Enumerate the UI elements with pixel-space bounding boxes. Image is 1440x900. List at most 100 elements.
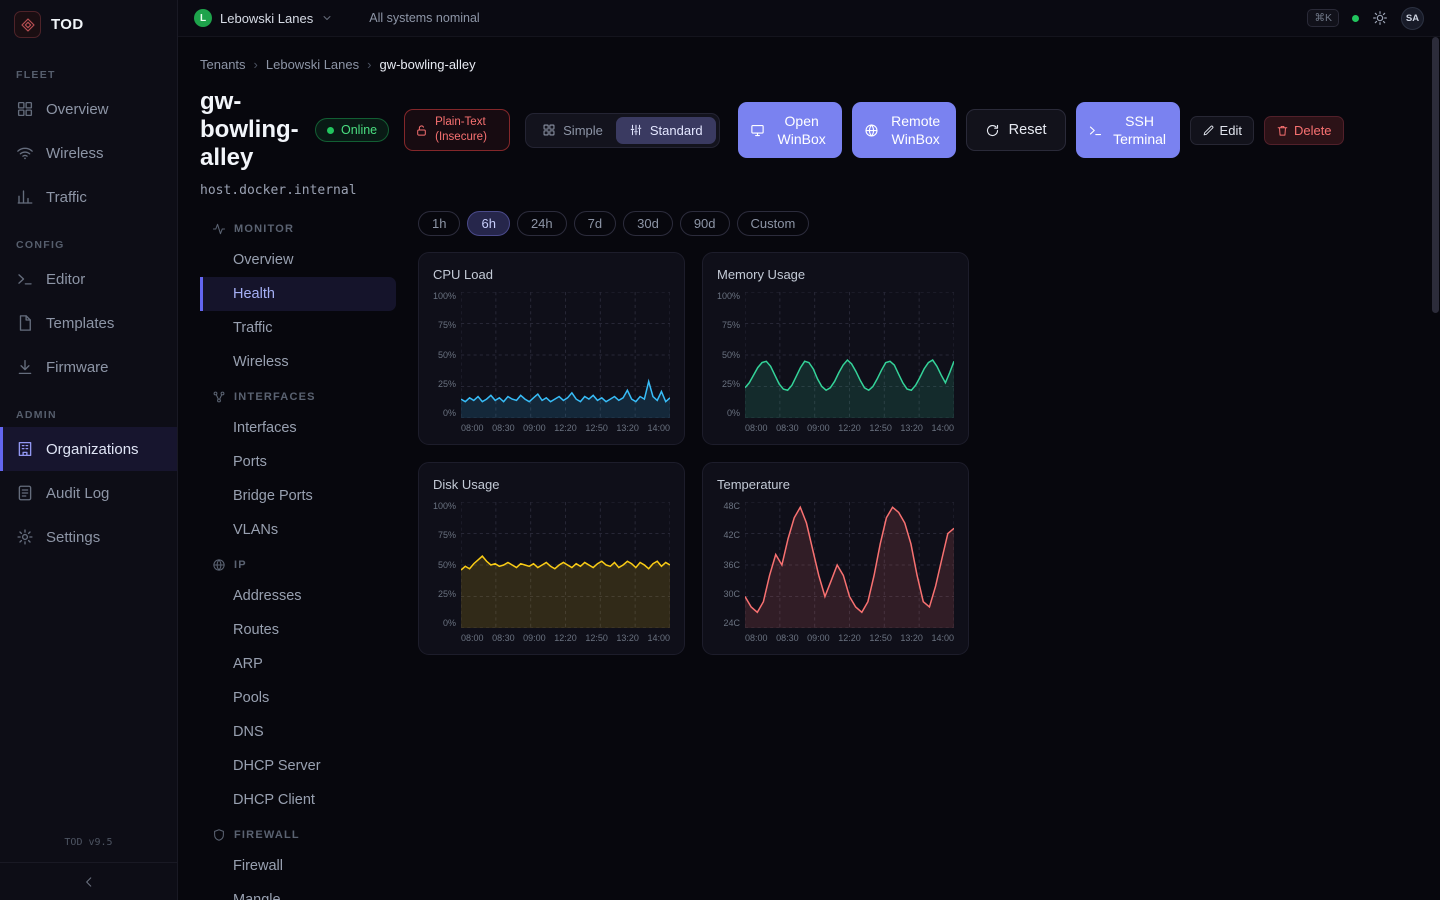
grid-icon (542, 123, 556, 137)
delete-button[interactable]: Delete (1264, 116, 1344, 145)
sidebar: TOD FLEET Overview Wireless Traffic CONF… (0, 0, 178, 900)
time-range-6h[interactable]: 6h (467, 211, 509, 236)
remote-winbox-button[interactable]: Remote WinBox (852, 102, 956, 158)
sidebar-item-editor[interactable]: Editor (0, 257, 177, 301)
device-nav-item-pools[interactable]: Pools (200, 681, 396, 715)
sidebar-collapse-button[interactable] (0, 862, 177, 900)
y-tick-label: 30C (723, 590, 740, 599)
scrollbar-thumb[interactable] (1432, 37, 1439, 313)
device-nav-item-firewall[interactable]: Firewall (200, 849, 396, 883)
page-title: gw-bowling-alley (200, 88, 300, 172)
monitor-icon (750, 123, 765, 138)
device-nav-item-interfaces[interactable]: Interfaces (200, 411, 396, 445)
chart-y-axis: 100%75%50%25%0% (433, 502, 461, 628)
device-nav-item-health[interactable]: Health (200, 277, 396, 311)
device-nav-section-ip: IP (200, 547, 396, 579)
sidebar-item-label: Editor (46, 271, 85, 288)
reset-button[interactable]: Reset (966, 109, 1066, 151)
sidebar-item-firmware[interactable]: Firmware (0, 345, 177, 389)
sidebar-item-templates[interactable]: Templates (0, 301, 177, 345)
device-nav-section-firewall: FIREWALL (200, 817, 396, 849)
time-range-90d[interactable]: 90d (680, 211, 730, 236)
button-label: Open WinBox (774, 112, 830, 148)
sidebar-item-label: Settings (46, 529, 100, 546)
time-range-1h[interactable]: 1h (418, 211, 460, 236)
chart-plot (461, 292, 670, 418)
device-nav-item-bridge-ports[interactable]: Bridge Ports (200, 479, 396, 513)
sidebar-item-settings[interactable]: Settings (0, 515, 177, 559)
sidebar-item-audit-log[interactable]: Audit Log (0, 471, 177, 515)
x-tick-label: 09:00 (523, 423, 546, 433)
x-tick-label: 13:20 (900, 633, 923, 643)
device-nav-item-dhcp-client[interactable]: DHCP Client (200, 783, 396, 817)
system-status-text: All systems nominal (369, 11, 479, 25)
time-range-custom[interactable]: Custom (737, 211, 810, 236)
device-nav-item-overview[interactable]: Overview (200, 243, 396, 277)
device-nav-item-addresses[interactable]: Addresses (200, 579, 396, 613)
gear-icon (16, 528, 34, 546)
time-range-24h[interactable]: 24h (517, 211, 567, 236)
ssh-terminal-button[interactable]: SSH Terminal (1076, 102, 1180, 158)
chart-y-axis: 100%75%50%25%0% (717, 292, 745, 418)
device-nav-item-dhcp-server[interactable]: DHCP Server (200, 749, 396, 783)
breadcrumb-item-tenants[interactable]: Tenants (200, 57, 246, 72)
command-palette-shortcut[interactable]: ⌘K (1307, 9, 1339, 27)
sidebar-item-label: Templates (46, 315, 114, 332)
unlock-icon (415, 124, 428, 137)
breadcrumb-item-lebowski-lanes[interactable]: Lebowski Lanes (266, 57, 359, 72)
sidebar-item-wireless[interactable]: Wireless (0, 131, 177, 175)
chart-icon (16, 188, 34, 206)
sidebar-item-overview[interactable]: Overview (0, 87, 177, 131)
mode-option-standard[interactable]: Standard (616, 117, 716, 144)
page-scrollbar (1432, 37, 1439, 900)
time-range-30d[interactable]: 30d (623, 211, 673, 236)
sidebar-nav: FLEET Overview Wireless Traffic CONFIG E… (0, 49, 177, 559)
chart-card-cpu-load: CPU Load 100%75%50%25%0% 08:0008:3009:00… (418, 252, 685, 445)
x-tick-label: 12:50 (585, 423, 608, 433)
shield-icon (212, 828, 226, 842)
sidebar-item-traffic[interactable]: Traffic (0, 175, 177, 219)
sidebar-item-label: Firmware (46, 359, 109, 376)
y-tick-label: 50% (722, 351, 740, 360)
tenant-name: Lebowski Lanes (220, 11, 313, 26)
device-nav-item-wireless[interactable]: Wireless (200, 345, 396, 379)
chart-x-axis: 08:0008:3009:0012:2012:5013:2014:00 (745, 423, 954, 433)
device-nav-item-vlans[interactable]: VLANs (200, 513, 396, 547)
edit-button[interactable]: Edit (1190, 116, 1254, 145)
x-tick-label: 14:00 (931, 423, 954, 433)
sidebar-item-organizations[interactable]: Organizations (0, 427, 177, 471)
x-tick-label: 14:00 (647, 633, 670, 643)
breadcrumb-separator: › (367, 57, 371, 72)
time-range-7d[interactable]: 7d (574, 211, 616, 236)
tenant-avatar: L (194, 9, 212, 27)
x-tick-label: 13:20 (900, 423, 923, 433)
time-range-pills: 1h 6h 24h 7d 30d 90d Custom (418, 211, 969, 236)
chart-card-memory-usage: Memory Usage 100%75%50%25%0% 08:0008:300… (702, 252, 969, 445)
device-nav-item-dns[interactable]: DNS (200, 715, 396, 749)
device-nav-item-routes[interactable]: Routes (200, 613, 396, 647)
x-tick-label: 08:30 (492, 633, 515, 643)
nodes-icon (212, 390, 226, 404)
device-nav-item-traffic[interactable]: Traffic (200, 311, 396, 345)
device-nav-section-label: IP (234, 559, 247, 571)
device-nav-item-arp[interactable]: ARP (200, 647, 396, 681)
chevron-left-icon (82, 875, 96, 889)
chart-plot (745, 292, 954, 418)
device-nav-section-interfaces: INTERFACES (200, 379, 396, 411)
globe-icon (864, 123, 879, 138)
log-icon (16, 484, 34, 502)
chart-plot (745, 502, 954, 628)
open-winbox-button[interactable]: Open WinBox (738, 102, 842, 158)
diamond-icon (20, 17, 36, 33)
user-avatar[interactable]: SA (1401, 7, 1424, 30)
insecure-warning-badge: Plain-Text (Insecure) (404, 109, 510, 151)
breadcrumb-item-gw-bowling-alley: gw-bowling-alley (379, 57, 475, 72)
mode-option-simple[interactable]: Simple (529, 117, 616, 144)
tenant-switcher[interactable]: L Lebowski Lanes (194, 9, 333, 27)
y-tick-label: 0% (727, 409, 740, 418)
device-nav-item-ports[interactable]: Ports (200, 445, 396, 479)
device-nav-item-mangle[interactable]: Mangle (200, 883, 396, 900)
theme-toggle-icon[interactable] (1372, 10, 1388, 26)
device-nav-section-monitor: MONITOR (200, 211, 396, 243)
sidebar-item-label: Wireless (46, 145, 104, 162)
